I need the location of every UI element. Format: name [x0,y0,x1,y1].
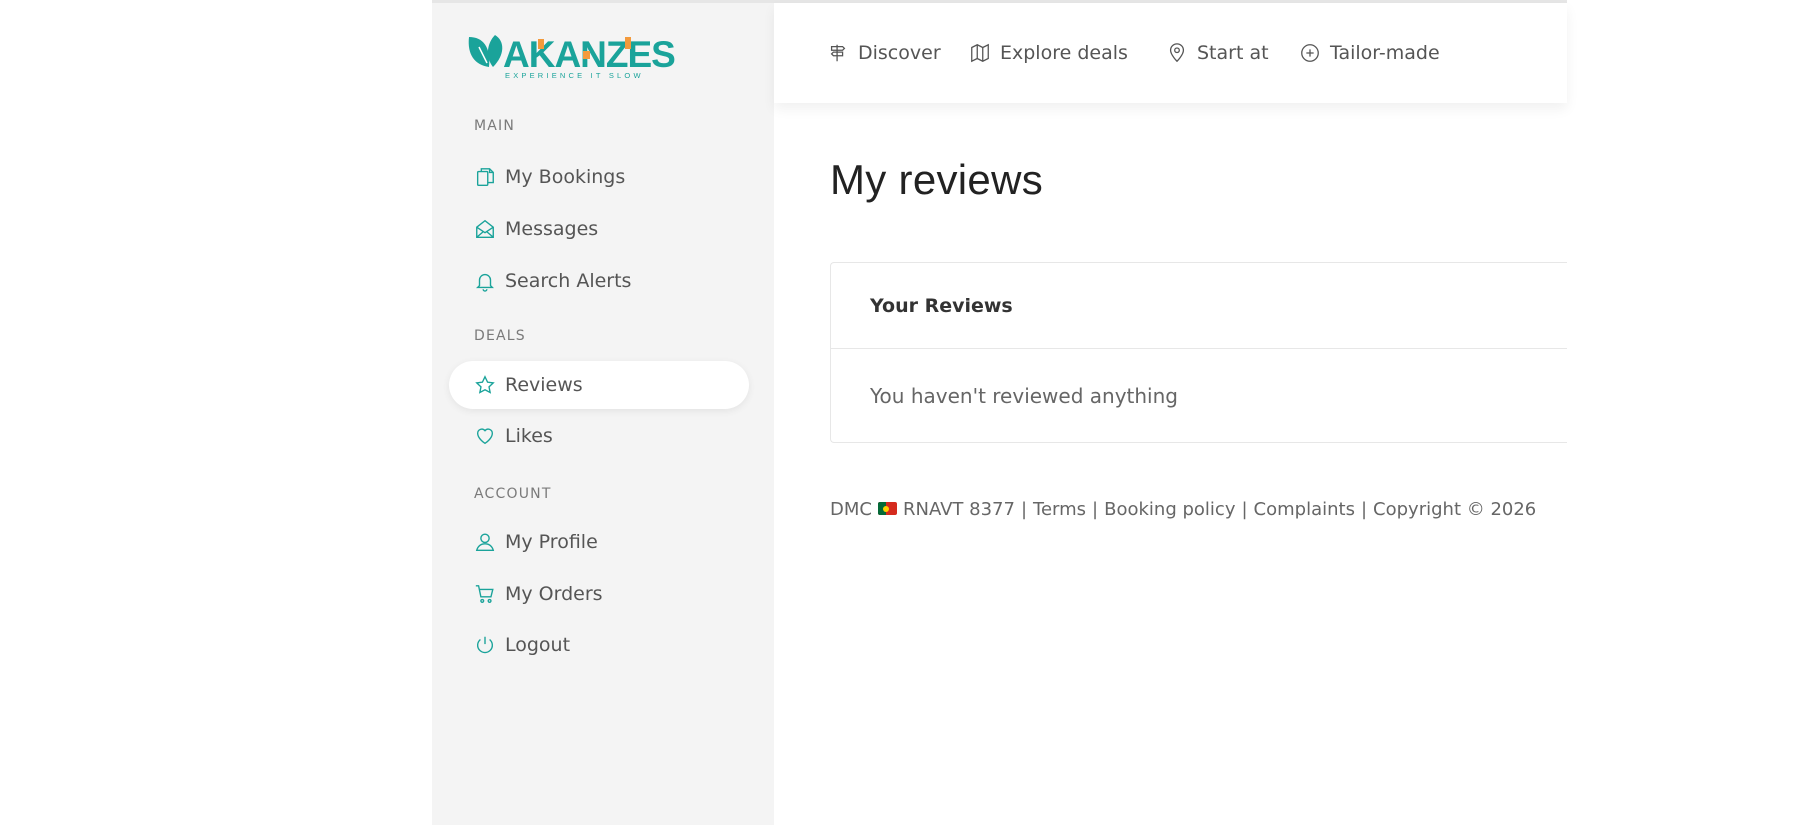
nav-explore-deals[interactable]: Explore deals [969,3,1128,103]
bell-icon [474,270,496,292]
sidebar-item-label: Search Alerts [505,270,632,292]
nav-label: Discover [858,42,941,64]
sidebar-item-label: My Orders [505,583,603,605]
section-heading-main: MAIN [474,118,516,134]
top-navigation: Discover Explore deals Start at Tailor-m… [774,3,1567,103]
sidebar-item-logout[interactable]: Logout [449,621,749,669]
nav-label: Tailor-made [1330,42,1440,64]
sidebar-item-label: Messages [505,218,599,240]
sidebar-item-my-profile[interactable]: My Profile [449,518,749,566]
footer-copyright: Copyright © 2026 [1373,499,1537,520]
section-heading-account: ACCOUNT [474,486,552,502]
nav-tailor-made[interactable]: Tailor-made [1299,3,1440,103]
nav-label: Start at [1197,42,1269,64]
nav-discover[interactable]: Discover [827,3,941,103]
user-icon [474,531,496,553]
footer-dmc: DMC [830,499,872,520]
sidebar-item-label: My Bookings [505,166,626,188]
sidebar-item-my-orders[interactable]: My Orders [449,570,749,618]
cart-icon [474,583,496,605]
heart-icon [474,425,496,447]
card-header: Your Reviews [831,263,1567,349]
svg-text:EXPERIENCE IT SLOW: EXPERIENCE IT SLOW [505,71,644,80]
page-frame: AKANZES EXPERIENCE IT SLOW MAIN My Booki… [432,0,1567,825]
footer-rnavt: RNAVT 8377 [902,499,1015,520]
nav-label: Explore deals [1000,42,1128,64]
footer-terms-link[interactable]: Terms [1033,499,1086,520]
footer-booking-policy-link[interactable]: Booking policy [1104,499,1235,520]
envelope-open-icon [474,218,496,240]
sidebar-item-messages[interactable]: Messages [449,205,749,253]
documents-icon [474,166,496,188]
sidebar-item-search-alerts[interactable]: Search Alerts [449,257,749,305]
footer: DMC RNAVT 8377 | Terms | Booking policy … [830,499,1536,520]
sidebar-item-label: Logout [505,634,571,656]
nav-start-at[interactable]: Start at [1166,3,1269,103]
star-icon [474,374,496,396]
footer-separator: | [1020,499,1028,520]
reviews-card: Your Reviews You haven't reviewed anythi… [830,262,1567,443]
empty-state-message: You haven't reviewed anything [870,384,1178,408]
footer-separator: | [1360,499,1368,520]
footer-separator: | [1241,499,1248,520]
sidebar-item-label: Likes [505,425,553,447]
sidebar: AKANZES EXPERIENCE IT SLOW MAIN My Booki… [432,3,774,825]
plus-circle-icon [1301,44,1319,62]
map-icon [971,43,989,63]
sidebar-item-label: Reviews [505,374,583,396]
footer-separator: | [1092,499,1099,520]
power-icon [474,634,496,656]
page-title: My reviews [830,156,1044,203]
portugal-flag-icon [877,502,897,515]
sidebar-item-label: My Profile [505,531,598,553]
akanzes-logo[interactable]: AKANZES EXPERIENCE IT SLOW [465,29,676,81]
sidebar-item-likes[interactable]: Likes [449,412,749,460]
footer-complaints-link[interactable]: Complaints [1254,499,1355,520]
sidebar-item-reviews[interactable]: Reviews [449,361,749,409]
sidebar-item-my-bookings[interactable]: My Bookings [449,153,749,201]
section-heading-deals: DEALS [474,328,526,344]
signpost-icon [830,44,846,62]
location-pin-icon [1169,43,1185,63]
